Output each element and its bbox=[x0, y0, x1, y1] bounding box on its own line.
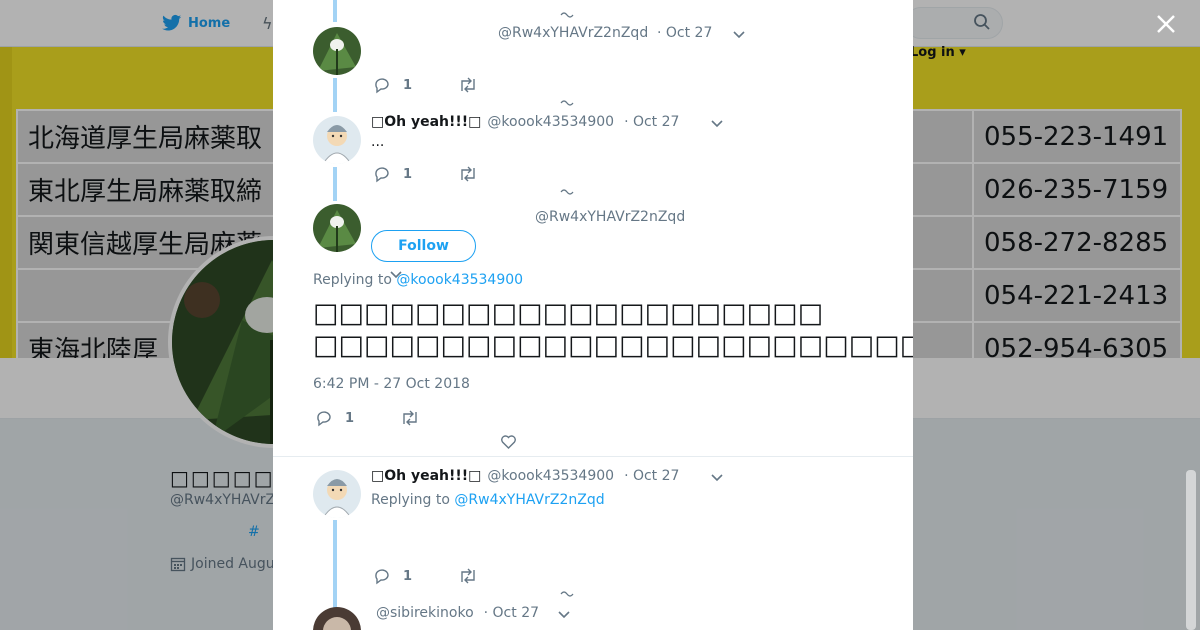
retweet-icon[interactable] bbox=[458, 166, 478, 182]
reply-count: 1 bbox=[345, 410, 355, 426]
tweet-date[interactable]: · Oct 27 bbox=[657, 25, 712, 41]
close-icon[interactable] bbox=[1154, 12, 1178, 36]
more-replies-icon[interactable] bbox=[560, 589, 574, 597]
reply-icon[interactable] bbox=[315, 409, 333, 427]
main-tweet-line: □□□□□□□□□□□□□□□□□□□□ bbox=[313, 298, 824, 329]
cartoon-avatar-icon bbox=[313, 470, 361, 518]
retweet-icon[interactable] bbox=[458, 568, 478, 584]
retweet-icon[interactable] bbox=[458, 77, 478, 93]
reply-count: 1 bbox=[403, 77, 413, 93]
tweet-text: ... bbox=[371, 134, 385, 150]
tweet-date[interactable]: · Oct 27 bbox=[624, 114, 679, 130]
thread-line bbox=[333, 167, 337, 201]
main-tweet-line: □□□□□□□□□□□□□□□□□□□□□□□□□□□□□□□□□□□□□□ bbox=[313, 330, 913, 361]
more-replies-icon[interactable] bbox=[560, 98, 574, 106]
avatar[interactable] bbox=[313, 470, 361, 518]
chevron-down-icon[interactable] bbox=[557, 610, 571, 620]
follow-button[interactable]: Follow bbox=[371, 230, 476, 262]
cartoon-avatar-icon bbox=[313, 116, 361, 164]
reply-count: 1 bbox=[403, 166, 413, 182]
main-tweet-text: □□□□□□□□□□□□□□□□□□□□ □□□□□□□□□□□□□□□□□□□… bbox=[313, 298, 913, 362]
tweet-header: □Oh yeah!!!□ @koook43534900 · Oct 27 bbox=[371, 114, 679, 130]
tweet-fullname[interactable]: □Oh yeah!!!□ bbox=[371, 468, 481, 484]
reply-count: 1 bbox=[403, 568, 413, 584]
divider bbox=[273, 456, 913, 457]
thread-line bbox=[333, 520, 337, 610]
avatar[interactable] bbox=[313, 607, 361, 630]
chevron-down-icon[interactable] bbox=[732, 30, 746, 40]
like-icon[interactable] bbox=[500, 434, 517, 450]
thread-line bbox=[333, 0, 337, 22]
replying-prefix: Replying to bbox=[313, 272, 397, 288]
tweet-actions: 1 bbox=[373, 567, 478, 585]
replying-to: Replying to @Rw4xYHAVrZ2nZqd bbox=[371, 492, 605, 508]
avatar[interactable] bbox=[313, 116, 361, 164]
tweet-handle[interactable]: @koook43534900 bbox=[487, 468, 614, 484]
tweet-handle[interactable]: @koook43534900 bbox=[487, 114, 614, 130]
avatar[interactable] bbox=[313, 27, 361, 75]
tweet-date[interactable]: · Oct 27 bbox=[624, 468, 679, 484]
reply-icon[interactable] bbox=[373, 567, 391, 585]
leaf-avatar-icon bbox=[313, 27, 361, 75]
tweet-fullname[interactable]: □Oh yeah!!!□ bbox=[371, 114, 481, 130]
more-replies-icon[interactable] bbox=[560, 187, 574, 195]
tweet-header: □Oh yeah!!!□ @koook43534900 · Oct 27 bbox=[371, 468, 679, 484]
chevron-down-icon[interactable] bbox=[710, 119, 724, 129]
replying-to-link[interactable]: @koook43534900 bbox=[396, 272, 523, 288]
tweet-header: @sibirekinoko · Oct 27 bbox=[376, 605, 539, 621]
replying-to: Replying to @koook43534900 bbox=[313, 272, 523, 288]
replying-prefix: Replying to bbox=[371, 492, 455, 508]
follow-label: Follow bbox=[398, 238, 449, 254]
more-replies-icon[interactable] bbox=[560, 10, 574, 18]
tweet-handle[interactable]: @Rw4xYHAVrZ2nZqd bbox=[535, 209, 685, 225]
retweet-icon[interactable] bbox=[400, 410, 420, 426]
avatar[interactable] bbox=[313, 204, 361, 252]
reply-icon[interactable] bbox=[373, 165, 391, 183]
tweet-timestamp[interactable]: 6:42 PM - 27 Oct 2018 bbox=[313, 376, 470, 392]
reply-icon[interactable] bbox=[373, 76, 391, 94]
tweet-actions: 1 bbox=[373, 165, 478, 183]
tweet-actions: 1 bbox=[315, 409, 420, 427]
tweet-handle[interactable]: @Rw4xYHAVrZ2nZqd bbox=[498, 25, 648, 41]
thread-line bbox=[333, 78, 337, 112]
chevron-down-icon[interactable] bbox=[710, 473, 724, 483]
tweet-date[interactable]: · Oct 27 bbox=[484, 605, 539, 621]
tweet-handle[interactable]: @sibirekinoko bbox=[376, 605, 474, 621]
tweet-actions: 1 bbox=[373, 76, 478, 94]
photo-avatar-icon bbox=[313, 607, 361, 630]
leaf-avatar-icon bbox=[313, 204, 361, 252]
page-scrollbar[interactable] bbox=[1186, 470, 1196, 630]
tweet-conversation-modal: @Rw4xYHAVrZ2nZqd · Oct 27 1 □Oh yeah!!!□… bbox=[273, 0, 913, 630]
replying-to-link[interactable]: @Rw4xYHAVrZ2nZqd bbox=[454, 492, 604, 508]
